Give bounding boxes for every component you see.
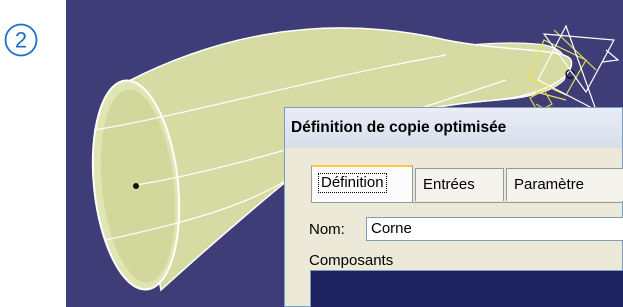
tab-entrees[interactable]: Entrées (415, 168, 504, 201)
tab-entrees-label: Entrées (423, 176, 475, 193)
tab-definition-label: Définition (318, 173, 387, 193)
tab-parametres[interactable]: Paramètre (506, 168, 623, 201)
dialog-title: Définition de copie optimisée (291, 119, 507, 136)
tab-parametres-label: Paramètre (514, 176, 585, 193)
step-number-marker: 2 (4, 23, 38, 57)
center-point[interactable] (133, 183, 139, 189)
components-list[interactable] (310, 270, 623, 307)
tab-definition[interactable]: Définition (311, 165, 413, 202)
name-label: Nom: (309, 221, 345, 238)
step-number: 2 (15, 28, 27, 53)
dialog-titlebar[interactable]: Définition de copie optimisée (285, 108, 622, 148)
optimized-copy-dialog[interactable]: Définition de copie optimisée Définition… (284, 107, 623, 307)
name-input[interactable]: Corne (366, 217, 623, 241)
tab-panel-border (311, 202, 623, 203)
components-label: Composants (309, 252, 394, 269)
3d-viewport[interactable]: Définition de copie optimisée Définition… (66, 0, 623, 307)
